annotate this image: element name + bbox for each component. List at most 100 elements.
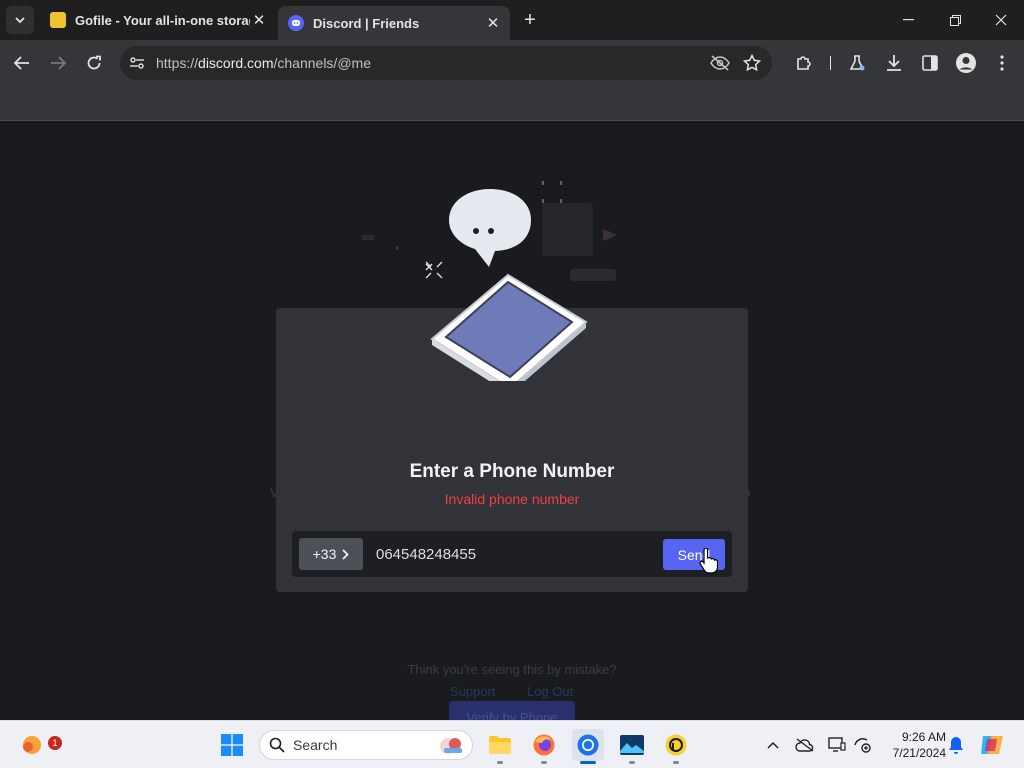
phone-input-row: +33 Send: [292, 531, 732, 577]
arrow-right-icon: [51, 56, 66, 70]
close-icon[interactable]: ✕: [484, 14, 502, 32]
taskbar-clock[interactable]: 9:26 AM 7/21/2024: [880, 729, 946, 761]
minimize-icon: [902, 19, 914, 21]
chevron-down-icon: [15, 16, 25, 23]
restore-button[interactable]: [943, 8, 967, 32]
address-bar[interactable]: https://discord.com/channels/@me: [120, 46, 772, 80]
restore-icon: [949, 14, 961, 26]
firefox-app[interactable]: [528, 729, 560, 764]
network-icon: [854, 738, 871, 753]
flask-icon: [849, 55, 865, 71]
clock-time: 9:26 AM: [901, 730, 946, 744]
running-indicator: [629, 761, 635, 764]
show-hidden-icons-button[interactable]: [763, 735, 783, 755]
url-text: https://discord.com/channels/@me: [156, 55, 708, 71]
search-highlight-icon: [440, 738, 462, 754]
reload-icon: [87, 55, 101, 70]
country-code-label: +33: [312, 546, 337, 562]
notifications-button[interactable]: [946, 735, 966, 755]
chrome-icon: [577, 734, 599, 756]
extensions-button[interactable]: [792, 51, 816, 75]
discord-favicon-icon: [288, 15, 304, 31]
verify-by-phone-button: Verify by Phone: [449, 701, 575, 720]
minimize-button[interactable]: [896, 8, 920, 32]
star-icon[interactable]: [740, 51, 764, 75]
search-icon: [269, 737, 285, 753]
file-explorer-app[interactable]: [484, 729, 516, 764]
download-icon: [887, 55, 901, 71]
side-panel-button[interactable]: [918, 51, 942, 75]
tab-title: Gofile - Your all-in-one storage: [75, 12, 250, 28]
close-window-button[interactable]: [989, 8, 1013, 32]
app-launcher-yellow[interactable]: [660, 729, 692, 764]
notification-badge: 1: [48, 736, 62, 750]
logout-link: Log Out: [527, 684, 574, 699]
chrome-app[interactable]: [572, 729, 604, 764]
tab-search-button[interactable]: [6, 6, 34, 34]
support-link: Support: [450, 684, 496, 699]
running-indicator: [673, 761, 679, 764]
downloads-button[interactable]: [882, 51, 906, 75]
copilot-icon: [981, 736, 1003, 754]
profile-button[interactable]: [954, 51, 978, 75]
network-tray[interactable]: [853, 735, 873, 755]
labs-button[interactable]: [845, 51, 869, 75]
copilot-button[interactable]: [976, 729, 1008, 761]
clock-date: 7/21/2024: [892, 746, 946, 760]
cloud-off-icon: [795, 738, 814, 752]
eye-off-icon[interactable]: [708, 51, 732, 75]
monitor-icon: [828, 737, 846, 752]
url-prefix: https://: [156, 55, 199, 71]
weather-icon: [23, 736, 41, 754]
avatar-icon: [956, 53, 976, 73]
site-info-icon[interactable]: [126, 52, 148, 74]
url-host: discord.com: [198, 55, 274, 71]
mistake-text: Think you're seeing this by mistake?: [407, 662, 617, 677]
close-icon: [995, 14, 1007, 26]
browser-toolbar: https://discord.com/channels/@me: [0, 40, 1024, 86]
new-tab-button[interactable]: +: [518, 8, 542, 32]
windows-taskbar: 1 Search 9:26 AM 7/21/2024: [0, 720, 1024, 768]
tab-discord[interactable]: Discord | Friends ✕: [278, 6, 510, 40]
country-code-button[interactable]: +33: [299, 538, 363, 570]
error-message: Invalid phone number: [444, 491, 580, 507]
running-indicator: [497, 761, 503, 764]
display-tray[interactable]: [827, 735, 847, 755]
phone-illustration: [425, 189, 588, 381]
arrow-left-icon: [14, 56, 29, 70]
start-button[interactable]: [216, 729, 248, 761]
back-button[interactable]: [10, 51, 34, 75]
bookmarks-bar: [0, 86, 1024, 121]
onedrive-tray[interactable]: [795, 735, 815, 755]
toolbar-divider: [830, 56, 831, 70]
modal-title: Enter a Phone Number: [409, 461, 615, 482]
search-label: Search: [293, 737, 338, 753]
phone-number-input[interactable]: [376, 539, 656, 569]
photos-app[interactable]: [616, 729, 648, 764]
close-icon[interactable]: ✕: [250, 11, 268, 29]
windows-logo-icon: [221, 734, 243, 756]
tab-title: Discord | Friends: [313, 15, 420, 31]
forward-button[interactable]: [46, 51, 70, 75]
reload-button[interactable]: [82, 51, 106, 75]
weather-widget[interactable]: 1: [16, 729, 62, 761]
gofile-favicon-icon: [50, 12, 66, 28]
side-panel-icon: [922, 55, 938, 71]
bell-icon: [949, 737, 963, 754]
photos-icon: [620, 735, 644, 755]
folder-icon: [489, 736, 511, 754]
app-icon: [665, 734, 687, 756]
url-path: /channels/@me: [273, 55, 371, 71]
running-indicator: [580, 761, 596, 764]
chevron-right-icon: [342, 548, 350, 560]
menu-button[interactable]: [990, 51, 1014, 75]
puzzle-icon: [797, 56, 811, 70]
firefox-icon: [533, 734, 555, 756]
taskbar-search[interactable]: Search: [259, 730, 473, 760]
tab-gofile[interactable]: Gofile - Your all-in-one storage ✕: [40, 4, 276, 36]
sparkle-icon: [425, 261, 443, 279]
more-vert-icon: [1000, 55, 1004, 71]
page-content: Verify by Phone Think you're seeing this…: [0, 121, 1024, 720]
chevron-up-icon: [767, 741, 779, 749]
running-indicator: [541, 761, 547, 764]
